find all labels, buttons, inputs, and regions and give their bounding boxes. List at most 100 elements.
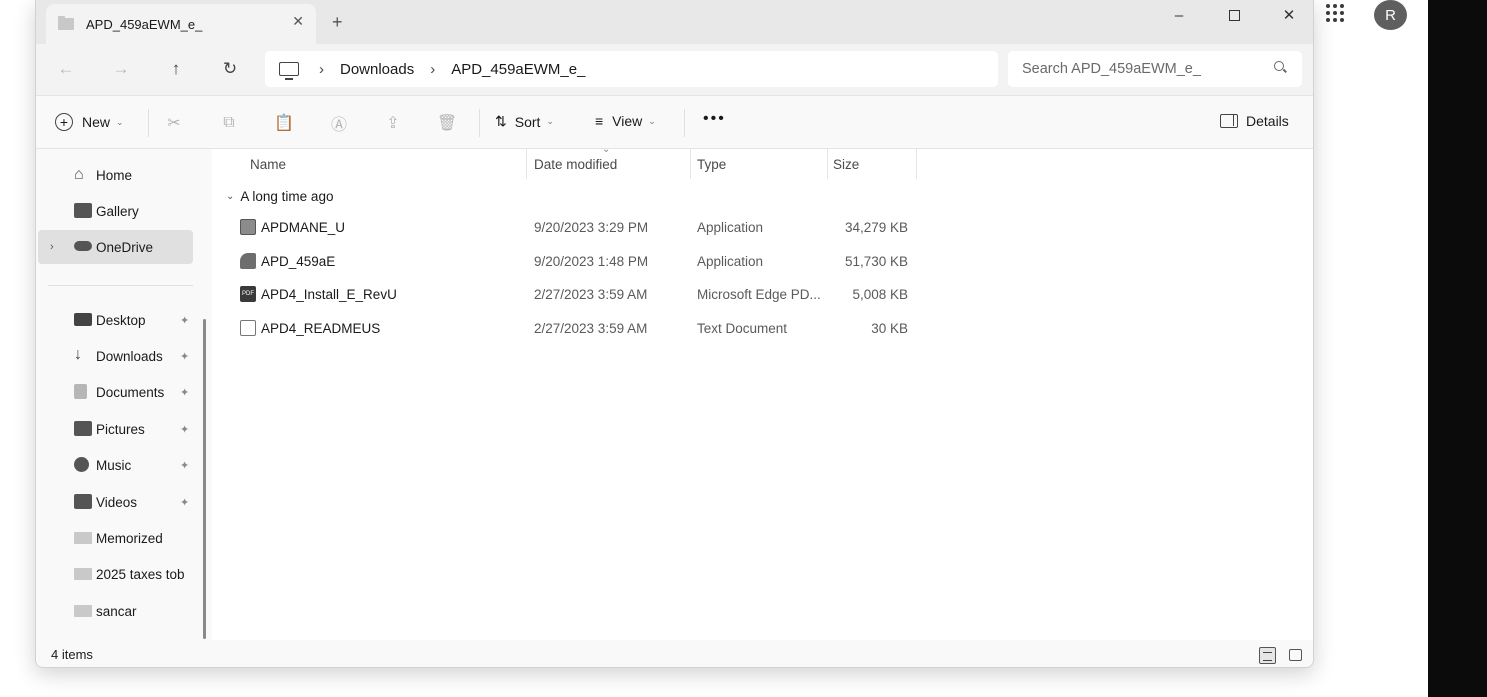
minimize-button[interactable]: – (1151, 0, 1207, 30)
file-list: Name Date modified ⌄ Type Size ⌄ A long … (212, 144, 1313, 640)
music-icon (74, 457, 89, 472)
sort-button[interactable]: ⇅ Sort ⌄ (495, 113, 554, 130)
download-icon: ↓ (74, 346, 82, 363)
column-header-type[interactable]: Type (697, 149, 817, 179)
delete-icon[interactable]: 🗑 (437, 113, 457, 133)
sidebar-item-videos[interactable]: Videos ✦ (38, 485, 193, 519)
details-view-toggle[interactable] (1259, 647, 1276, 664)
sidebar-divider (48, 285, 193, 286)
address-bar[interactable]: › Downloads › APD_459aEWM_e_ (265, 51, 998, 87)
file-type: Text Document (697, 320, 788, 336)
new-label: New (82, 114, 111, 130)
share-icon[interactable]: ⇪ (383, 113, 403, 133)
sidebar-item-label: Gallery (96, 203, 139, 219)
tiles-view-toggle[interactable] (1289, 649, 1302, 661)
sidebar-item-label: OneDrive (96, 239, 154, 255)
folder-icon (74, 568, 92, 580)
home-icon: ⌂ (74, 166, 84, 183)
sidebar-item-music[interactable]: Music ✦ (38, 448, 193, 482)
new-tab-button[interactable]: + (332, 12, 343, 33)
column-divider[interactable] (690, 149, 691, 179)
view-label: View (612, 113, 643, 129)
pin-icon[interactable]: ✦ (180, 459, 189, 472)
search-input[interactable]: Search APD_459aEWM_e_ (1008, 51, 1302, 87)
tab-current-folder[interactable]: APD_459aEWM_e_ ✕ (46, 4, 316, 44)
pin-icon[interactable]: ✦ (180, 423, 189, 436)
breadcrumb-downloads[interactable]: Downloads (340, 61, 414, 78)
file-row[interactable]: PDF APD4_Install_E_RevU 2/27/2023 3:59 A… (226, 278, 926, 310)
refresh-button[interactable]: ↻ (217, 58, 243, 80)
column-divider[interactable] (827, 149, 828, 179)
search-placeholder: Search APD_459aEWM_e_ (1022, 61, 1201, 77)
details-pane-button[interactable]: Details (1220, 113, 1289, 129)
toolbar-divider (148, 109, 149, 137)
chevron-down-icon: ⌄ (116, 116, 124, 127)
item-count: 4 items (51, 646, 93, 662)
view-icon: ≡ (595, 113, 604, 129)
sidebar-item-downloads[interactable]: ↓ Downloads ✦ (38, 339, 193, 373)
sidebar-item-onedrive[interactable]: › OneDrive (38, 230, 193, 264)
pin-icon[interactable]: ✦ (180, 496, 189, 509)
file-explorer-window: APD_459aEWM_e_ ✕ + – ✕ ← → ↑ ↻ › Downloa… (35, 0, 1314, 668)
breadcrumb-separator[interactable]: › (319, 61, 324, 78)
copy-icon[interactable]: ⧉ (219, 113, 239, 133)
sidebar-item-2025-taxes-tob[interactable]: 2025 taxes tob (38, 557, 193, 591)
file-row[interactable]: APD4_READMEUS 2/27/2023 3:59 AM Text Doc… (226, 312, 926, 344)
file-row[interactable]: APD_459aE 9/20/2023 1:48 PM Application … (226, 245, 926, 277)
sidebar-item-documents[interactable]: Documents ✦ (38, 375, 193, 409)
up-button[interactable]: ↑ (163, 58, 189, 80)
column-divider[interactable] (526, 149, 527, 179)
rename-icon[interactable]: Ⓐ (329, 113, 349, 134)
sidebar-item-desktop[interactable]: Desktop ✦ (38, 303, 193, 337)
folder-icon (74, 532, 92, 544)
sidebar-item-label: Pictures (96, 421, 145, 437)
more-options-button[interactable]: ••• (703, 110, 726, 128)
tab-title: APD_459aEWM_e_ (86, 16, 203, 32)
chevron-right-icon[interactable]: › (50, 241, 54, 253)
chevron-down-icon: ⌄ (226, 191, 235, 202)
sidebar-item-home[interactable]: ⌂ Home (38, 158, 193, 192)
title-bar: APD_459aEWM_e_ ✕ + – ✕ (36, 0, 1313, 44)
pin-icon[interactable]: ✦ (180, 386, 189, 399)
file-name: APD_459aE (261, 253, 336, 269)
apps-grid-icon[interactable] (1324, 2, 1346, 24)
close-button[interactable]: ✕ (1261, 0, 1313, 30)
breadcrumb-current-folder[interactable]: APD_459aEWM_e_ (451, 61, 585, 78)
sidebar-item-pictures[interactable]: Pictures ✦ (38, 412, 193, 446)
cut-icon[interactable]: ✂ (164, 113, 184, 133)
pin-icon[interactable]: ✦ (180, 314, 189, 327)
avatar[interactable]: R (1374, 0, 1407, 30)
toolbar-divider (684, 109, 685, 137)
file-row[interactable]: APDMANE_U 9/20/2023 3:29 PM Application … (226, 211, 926, 243)
pin-icon[interactable]: ✦ (180, 350, 189, 363)
column-header-name[interactable]: Name (250, 149, 520, 179)
view-button[interactable]: ≡ View ⌄ (595, 113, 656, 129)
forward-button[interactable]: → (108, 58, 134, 80)
column-header-size[interactable]: Size (833, 149, 913, 179)
breadcrumb-separator[interactable]: › (430, 61, 435, 78)
column-divider[interactable] (916, 149, 917, 179)
video-icon (74, 494, 92, 509)
file-name: APD4_Install_E_RevU (261, 286, 397, 302)
folder-icon (74, 605, 92, 617)
group-header[interactable]: ⌄ A long time ago (226, 189, 333, 204)
chevron-down-icon: ⌄ (648, 115, 656, 126)
sidebar-item-gallery[interactable]: Gallery (38, 194, 193, 228)
status-bar: 4 items (36, 640, 1313, 667)
new-button[interactable]: + New ⌄ (55, 113, 124, 131)
setup-icon (240, 253, 256, 269)
file-type: Application (697, 219, 764, 235)
sidebar-item-sancar[interactable]: sancar (38, 594, 193, 628)
tab-close-icon[interactable]: ✕ (292, 13, 304, 30)
maximize-button[interactable] (1206, 0, 1262, 30)
pdf-icon: PDF (240, 286, 256, 302)
paste-icon[interactable]: 📋 (274, 113, 294, 133)
sidebar-item-label: 2025 taxes tob (96, 566, 185, 582)
back-button[interactable]: ← (53, 58, 79, 80)
sidebar-item-label: Documents (96, 384, 165, 400)
this-pc-icon[interactable] (279, 62, 299, 80)
sidebar-item-memorized[interactable]: Memorized (38, 521, 193, 555)
sidebar-scrollbar[interactable] (203, 319, 206, 639)
file-size: 51,730 KB (844, 253, 908, 269)
sidebar-item-label: Music (96, 457, 132, 473)
